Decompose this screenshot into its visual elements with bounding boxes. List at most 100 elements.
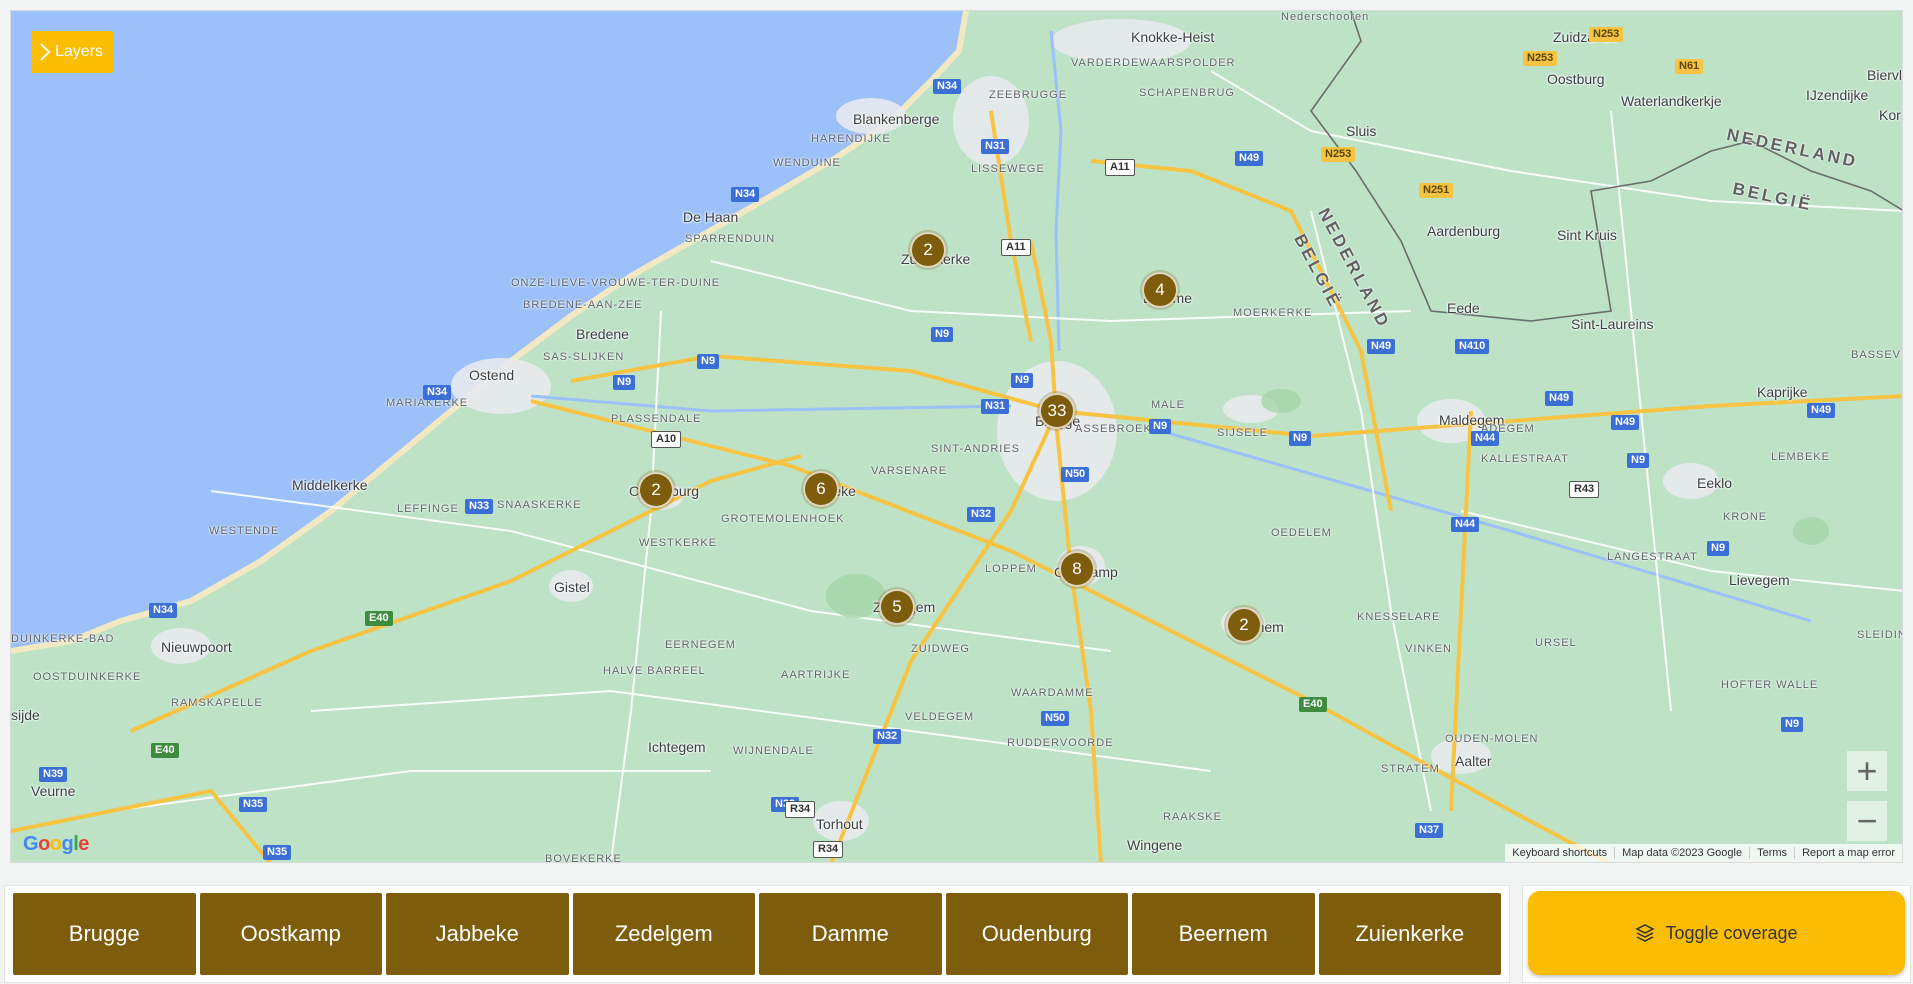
- marker-cluster[interactable]: 8: [1059, 551, 1095, 587]
- area-label: RAAKSKE: [1163, 811, 1222, 823]
- place-label: Sint Kruis: [1557, 227, 1617, 243]
- marker-cluster[interactable]: 2: [1226, 607, 1262, 643]
- area-label: OEDELEM: [1271, 527, 1332, 539]
- map-data-text: Map data ©2023 Google: [1614, 847, 1749, 859]
- road-shield: N37: [1415, 823, 1444, 838]
- road-shield: N49: [1545, 391, 1574, 406]
- area-label: SINT-ANDRIES: [931, 443, 1021, 455]
- place-label: Lievegem: [1729, 572, 1790, 588]
- area-label: HOFTER WALLE: [1721, 679, 1819, 691]
- area-label: STRATEM: [1381, 763, 1440, 775]
- road-shield: N9: [1781, 717, 1804, 732]
- area-label: OUDEN-MOLEN: [1445, 733, 1539, 745]
- road-shield: N31: [981, 139, 1010, 154]
- marker-cluster[interactable]: 2: [638, 472, 674, 508]
- road-shield: N35: [263, 845, 292, 860]
- zoom-control: + −: [1847, 750, 1887, 841]
- place-label: Eede: [1447, 300, 1480, 316]
- area-label: OOSTDUINKERKE: [33, 671, 142, 683]
- place-label: sijde: [11, 707, 40, 723]
- map-attribution: Keyboard shortcuts Map data ©2023 Google…: [1505, 844, 1902, 862]
- area-label: WIJNENDALE: [733, 745, 814, 757]
- area-label: WAARDAMME: [1011, 687, 1094, 699]
- terms-link[interactable]: Terms: [1749, 847, 1794, 859]
- road-shield: N49: [1235, 151, 1264, 166]
- area-label: AARTRIJKE: [781, 669, 851, 681]
- road-shield: N34: [149, 603, 178, 618]
- area-label: WENDUINE: [773, 157, 841, 169]
- area-label: HARENDIJKE: [811, 133, 891, 145]
- marker-cluster[interactable]: 4: [1142, 272, 1178, 308]
- place-label: Middelkerke: [292, 477, 368, 493]
- layers-button[interactable]: Layers: [31, 31, 114, 73]
- road-shield: E40: [151, 743, 179, 758]
- region-button-panel: Brugge Oostkamp Jabbeke Zedelgem Damme O…: [4, 885, 1510, 983]
- map-view[interactable]: Knokke-Heist Zuidzande Oostburg Waterlandke…: [10, 10, 1903, 863]
- area-label: WESTENDE: [209, 525, 280, 537]
- zoom-in-button[interactable]: +: [1847, 750, 1887, 791]
- layers-icon: [1635, 924, 1656, 942]
- road-shield: N49: [1807, 403, 1836, 418]
- google-logo[interactable]: Google: [23, 833, 89, 856]
- area-label: DUINKERKE-BAD: [11, 633, 115, 645]
- area-label: MOERKERKE: [1233, 307, 1313, 319]
- area-label: ONZE-LIEVE-VROUWE-TER-DUINE: [511, 277, 721, 289]
- zoom-out-button[interactable]: −: [1847, 800, 1887, 841]
- area-label: KRONE: [1723, 511, 1768, 523]
- region-button-damme[interactable]: Damme: [759, 893, 942, 975]
- area-label: LEMBEKE: [1771, 451, 1830, 463]
- road-shield: N50: [1041, 711, 1070, 726]
- region-button-beernem[interactable]: Beernem: [1132, 893, 1315, 975]
- road-shield: N44: [1471, 431, 1500, 446]
- area-label: LANGESTRAAT: [1607, 551, 1698, 563]
- region-button-oostkamp[interactable]: Oostkamp: [199, 893, 382, 975]
- marker-cluster[interactable]: 5: [879, 589, 915, 625]
- road-shield: N410: [1455, 339, 1490, 354]
- road-shield: N9: [1289, 431, 1312, 446]
- area-label: GROTEMOLENHOEK: [721, 513, 845, 525]
- region-button-zuienkerke[interactable]: Zuienkerke: [1318, 893, 1501, 975]
- region-button-oudenburg[interactable]: Oudenburg: [945, 893, 1128, 975]
- place-label: Bredene: [576, 326, 629, 342]
- map-base[interactable]: [11, 11, 1903, 863]
- area-label: RAMSKAPELLE: [171, 697, 263, 709]
- area-label: VELDEGEM: [905, 711, 975, 723]
- region-button-jabbeke[interactable]: Jabbeke: [386, 893, 569, 975]
- area-label: Nederschooren: [1281, 11, 1370, 23]
- road-shield: N253: [1321, 147, 1356, 162]
- area-label: SLEIDING: [1857, 629, 1902, 641]
- marker-cluster[interactable]: 33: [1039, 393, 1075, 429]
- road-shield: A11: [1105, 159, 1135, 176]
- road-shield: R34: [813, 841, 844, 858]
- toggle-coverage-button[interactable]: Toggle coverage: [1528, 891, 1905, 975]
- area-label: LEFFINGE: [397, 503, 459, 515]
- place-label: Veurne: [31, 783, 76, 799]
- toggle-coverage-label: Toggle coverage: [1665, 922, 1798, 943]
- area-label: URSEL: [1535, 637, 1577, 649]
- road-shield: N9: [1149, 419, 1172, 434]
- place-label: Gistel: [554, 579, 590, 595]
- marker-cluster[interactable]: 6: [803, 471, 839, 507]
- area-label: SCHAPENBRUG: [1139, 87, 1235, 99]
- road-shield: N9: [613, 375, 636, 390]
- place-label: Aalter: [1455, 753, 1492, 769]
- area-label: LISSEWEGE: [971, 163, 1045, 175]
- region-button-brugge[interactable]: Brugge: [13, 893, 196, 975]
- place-label: Wingene: [1127, 837, 1183, 853]
- place-label: Kor: [1879, 107, 1901, 123]
- road-shield: A11: [1001, 239, 1031, 256]
- road-shield: N39: [39, 767, 68, 782]
- report-error-link[interactable]: Report a map error: [1794, 847, 1902, 859]
- road-shield: N50: [1061, 467, 1090, 482]
- road-shield: N34: [731, 187, 760, 202]
- place-label: Knokke-Heist: [1131, 29, 1215, 45]
- marker-cluster[interactable]: 2: [910, 232, 946, 268]
- area-label: VARSENARE: [871, 465, 948, 477]
- keyboard-shortcuts-link[interactable]: Keyboard shortcuts: [1505, 847, 1614, 859]
- road-shield: E40: [1299, 697, 1327, 712]
- road-shield: N9: [1627, 453, 1650, 468]
- road-shield: R34: [785, 801, 816, 818]
- road-shield: N9: [1707, 541, 1730, 556]
- area-label: SAS-SLIJKEN: [543, 351, 625, 363]
- region-button-zedelgem[interactable]: Zedelgem: [572, 893, 755, 975]
